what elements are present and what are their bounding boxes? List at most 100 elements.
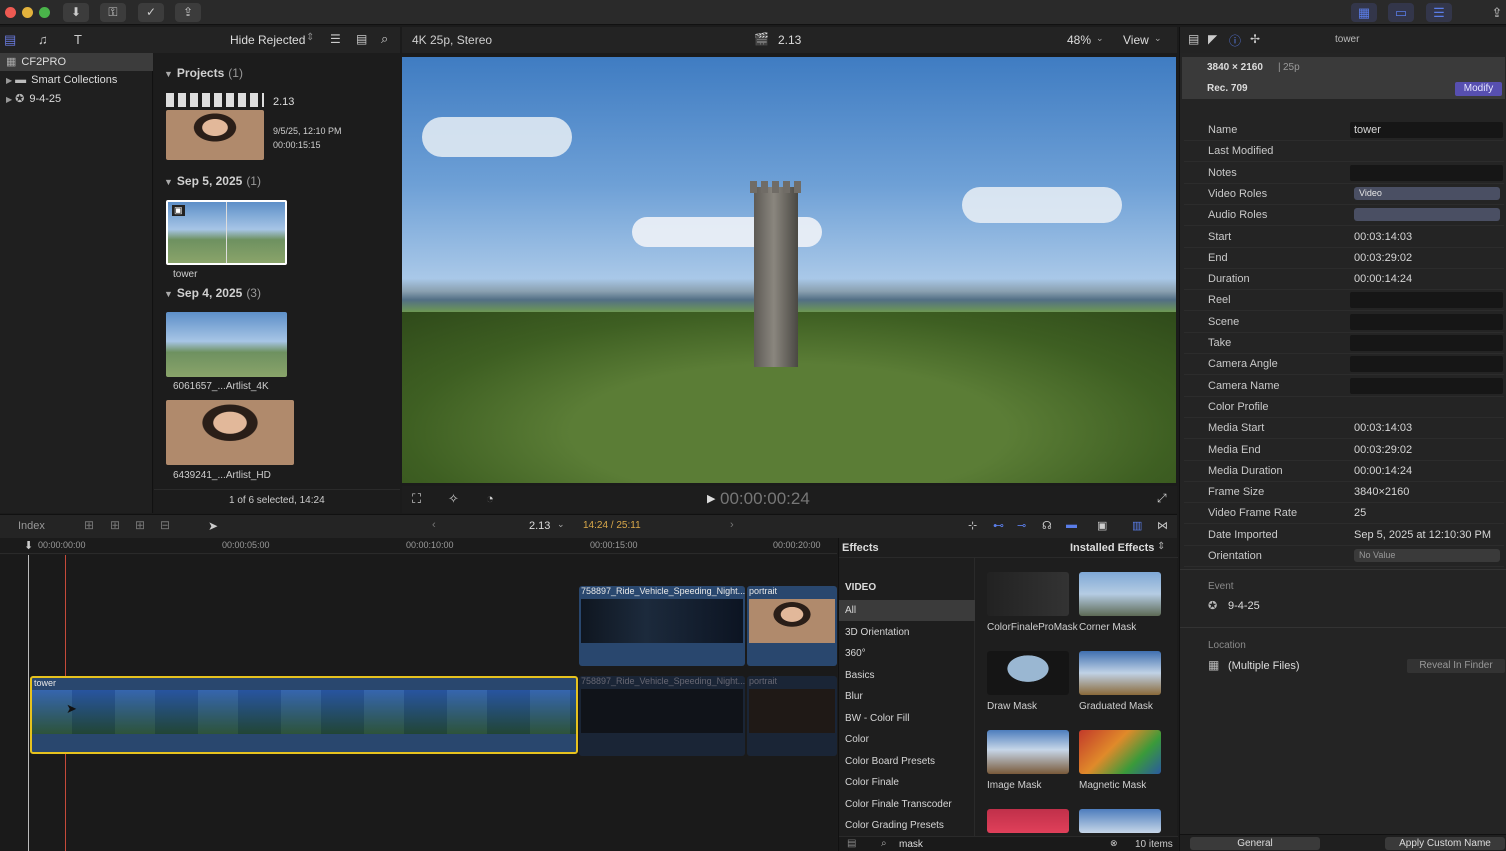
forward-arrow-icon[interactable]: ›	[730, 519, 734, 531]
modify-button[interactable]: Modify	[1455, 82, 1502, 96]
close-window-button[interactable]	[5, 7, 16, 18]
metadata-field[interactable]	[1350, 356, 1503, 373]
projects-section-header[interactable]: ▼ Projects (1)	[164, 66, 243, 80]
connected-clip-night[interactable]: 758897_Ride_Vehicle_Speeding_Night...	[579, 586, 745, 666]
append-clip-icon[interactable]: ⊞	[135, 518, 145, 532]
clip-appearance-icon[interactable]: ▣	[1097, 519, 1107, 532]
overwrite-clip-icon[interactable]: ⊟	[160, 518, 170, 532]
effects-category-item[interactable]: Basics	[839, 665, 975, 686]
browser-toggle-button[interactable]: ▦	[1351, 3, 1377, 22]
effect-thumbnail[interactable]	[1079, 651, 1161, 695]
effects-category-item[interactable]: 360°	[839, 643, 975, 664]
headphones-icon[interactable]: ☊	[1042, 519, 1052, 532]
video-viewer[interactable]	[402, 57, 1176, 483]
minimize-window-button[interactable]	[22, 7, 33, 18]
view-dropdown[interactable]: View	[1123, 33, 1149, 47]
effect-thumbnail[interactable]	[987, 572, 1069, 616]
clear-search-icon[interactable]: ⊗	[1110, 838, 1118, 849]
effects-category-item[interactable]: Color Board Presets	[839, 751, 975, 772]
effects-category-item[interactable]: 3D Orientation	[839, 622, 975, 643]
crop-tool-icon[interactable]: ⛶	[412, 491, 421, 507]
effect-thumbnail[interactable]	[1079, 730, 1161, 774]
effect-thumbnail[interactable]	[987, 651, 1069, 695]
solo-icon[interactable]: ⊸	[1017, 519, 1026, 532]
effects-search-input[interactable]: mask	[899, 839, 923, 850]
filmstrip-view-icon[interactable]: ☰	[330, 32, 341, 46]
timeline-ruler[interactable]: 00:00:00:00 00:00:05:00 00:00:10:00 00:0…	[0, 538, 837, 554]
connect-clip-icon[interactable]: ⊞	[84, 518, 94, 532]
effects-category-item[interactable]: Color Finale Transcoder	[839, 794, 975, 815]
project-name[interactable]: 2.13	[273, 96, 294, 108]
enhance-wand-icon[interactable]: ✧	[448, 491, 459, 507]
fullscreen-icon[interactable]: ⤢	[1157, 491, 1167, 506]
metadata-dropdown[interactable]: Video	[1354, 186, 1500, 200]
apply-custom-name-dropdown[interactable]: Apply Custom Name	[1385, 837, 1505, 850]
clip-appearance-icon[interactable]: ▤	[356, 32, 367, 46]
video-inspector-icon[interactable]: ▤	[1188, 32, 1199, 46]
info-icon[interactable]: ⓘ	[1229, 32, 1241, 49]
import-button[interactable]: ⬇	[63, 3, 89, 22]
effects-category-item[interactable]: Color Grading Presets	[839, 815, 975, 836]
zoom-window-button[interactable]	[39, 7, 50, 18]
reveal-in-finder-button[interactable]: Reveal In Finder	[1407, 659, 1505, 673]
library-icon[interactable]: ▤	[4, 32, 16, 48]
metadata-field[interactable]	[1350, 292, 1503, 309]
metadata-field[interactable]	[1350, 164, 1503, 181]
titles-generators-icon[interactable]: T	[74, 32, 82, 47]
effects-category-item[interactable]: All	[839, 600, 975, 621]
clip-thumbnail-tower[interactable]: ▣	[166, 200, 287, 265]
clip-filter-dropdown[interactable]: Hide Rejected	[230, 33, 305, 47]
transitions-browser-icon[interactable]: ⋈	[1157, 519, 1168, 532]
metadata-field[interactable]	[1350, 313, 1503, 330]
clip-thumbnail-portrait[interactable]	[166, 400, 294, 465]
search-icon[interactable]: ⌕	[381, 31, 388, 47]
metadata-dropdown[interactable]	[1354, 208, 1500, 222]
photos-audio-icon[interactable]: ♫	[38, 32, 48, 47]
play-icon[interactable]: ▶	[707, 492, 715, 505]
snapping-icon[interactable]: ▬	[1066, 519, 1077, 531]
share-button[interactable]: ⇪	[175, 3, 201, 22]
effects-category-item[interactable]: Blur	[839, 686, 975, 707]
date-section-header[interactable]: ▼ Sep 5, 2025 (1)	[164, 174, 261, 188]
clip-thumbnail-landscape[interactable]	[166, 312, 287, 377]
timeline-project-name[interactable]: 2.13	[529, 520, 550, 532]
effect-thumbnail[interactable]	[1079, 809, 1161, 833]
color-inspector-icon[interactable]: ◤	[1208, 32, 1217, 46]
skimming-icon[interactable]: ⊹	[968, 519, 977, 532]
project-thumbnail[interactable]	[166, 110, 264, 160]
audio-skimming-icon[interactable]: ⊷	[993, 519, 1004, 532]
effects-category-item[interactable]: Color Finale	[839, 772, 975, 793]
effect-thumbnail[interactable]	[987, 730, 1069, 774]
effects-browser-icon[interactable]: ▥	[1132, 519, 1142, 532]
select-tool-icon[interactable]: ➤	[208, 519, 218, 533]
zoom-dropdown[interactable]: 48%	[1067, 33, 1091, 47]
inspector-toggle-button[interactable]: ☰	[1426, 3, 1452, 22]
background-tasks-button[interactable]: ✓	[138, 3, 164, 22]
share-inspector-icon[interactable]: ✢	[1250, 32, 1260, 46]
back-arrow-icon[interactable]: ‹	[432, 519, 436, 531]
connected-clip-portrait[interactable]: portrait	[747, 586, 837, 666]
metadata-field[interactable]	[1350, 377, 1503, 394]
effects-source-dropdown[interactable]: Installed Effects	[1070, 542, 1154, 554]
export-button[interactable]: ⇪	[1484, 3, 1506, 22]
metadata-dropdown[interactable]: No Value	[1354, 549, 1500, 562]
effect-thumbnail[interactable]	[987, 809, 1069, 833]
metadata-view-dropdown[interactable]: General	[1190, 837, 1320, 850]
playhead-line[interactable]	[28, 555, 29, 851]
timeline[interactable]: 758897_Ride_Vehicle_Speeding_Night... po…	[0, 555, 837, 851]
effects-category-item[interactable]: Color	[839, 729, 975, 750]
keywords-button[interactable]: ⚿	[100, 3, 126, 22]
playhead-marker-icon[interactable]: ⬇	[24, 539, 33, 552]
effects-category-item[interactable]: BW - Color Fill	[839, 708, 975, 729]
effect-thumbnail[interactable]	[1079, 572, 1161, 616]
library-item-smart-collections[interactable]: ▶ ▬ Smart Collections	[6, 71, 117, 89]
primary-clip-tower[interactable]: tower ➤	[30, 676, 578, 754]
insert-clip-icon[interactable]: ⊞	[110, 518, 120, 532]
metadata-field[interactable]	[1350, 335, 1503, 351]
retime-icon[interactable]: ◔	[486, 491, 494, 506]
library-item-event[interactable]: ▶ ✪ 9-4-25	[6, 90, 61, 108]
library-item-cf2pro[interactable]: ▦ CF2PRO	[0, 53, 153, 71]
date-section-header[interactable]: ▼ Sep 4, 2025 (3)	[164, 286, 261, 300]
timeline-index-button[interactable]: Index	[18, 520, 45, 532]
timeline-toggle-button[interactable]: ▭	[1388, 3, 1414, 22]
